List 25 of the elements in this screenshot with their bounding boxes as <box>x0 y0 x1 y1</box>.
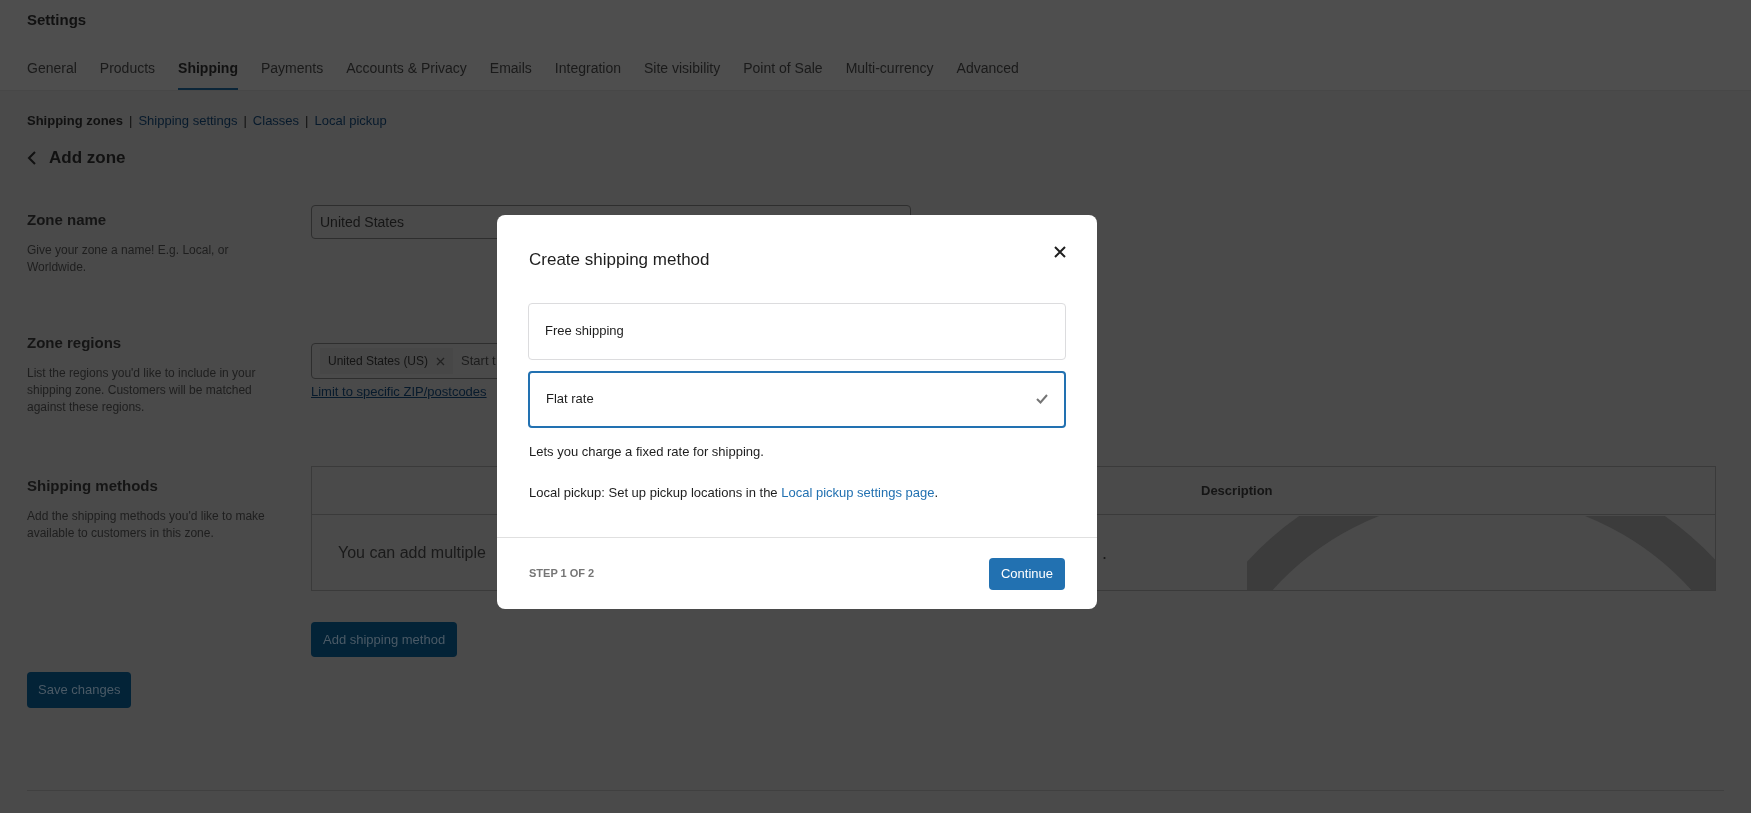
continue-button[interactable]: Continue <box>988 557 1065 590</box>
method-description: Lets you charge a fixed rate for shipping. <box>528 442 765 461</box>
subnav-separator: | <box>243 112 247 130</box>
empty-state-end: . <box>1102 541 1107 565</box>
checkmark-icon <box>1036 394 1048 404</box>
modal-title: Create shipping method <box>529 249 710 271</box>
step-indicator: STEP 1 OF 2 <box>529 566 595 582</box>
subnav-link[interactable]: Local pickup <box>314 111 387 131</box>
subnav-separator: | <box>129 112 133 130</box>
header-title: Settings <box>27 10 87 30</box>
postcodes-link[interactable]: Limit to specific ZIP/postcodes <box>311 382 487 402</box>
subnav-separator: | <box>305 112 309 130</box>
subnav-link[interactable]: Shipping settings <box>138 111 238 131</box>
settings-tab[interactable]: Shipping <box>178 58 238 90</box>
method-option[interactable]: Free shipping <box>528 302 1066 360</box>
pickup-note: Local pickup: Set up pickup locations in the Local pickup settings page. <box>528 484 940 502</box>
page-title: Add zone <box>49 147 126 169</box>
remove-icon[interactable] <box>436 356 446 366</box>
subnav-link[interactable]: Classes <box>252 111 300 131</box>
method-option[interactable]: Flat rate <box>528 370 1066 428</box>
close-icon <box>1053 245 1067 259</box>
back-chevron-icon[interactable] <box>27 151 37 165</box>
save-button[interactable]: Save changes <box>27 672 132 708</box>
subnav-link[interactable]: Shipping zones <box>27 111 124 131</box>
add-method-button[interactable]: Add shipping method <box>311 622 458 657</box>
